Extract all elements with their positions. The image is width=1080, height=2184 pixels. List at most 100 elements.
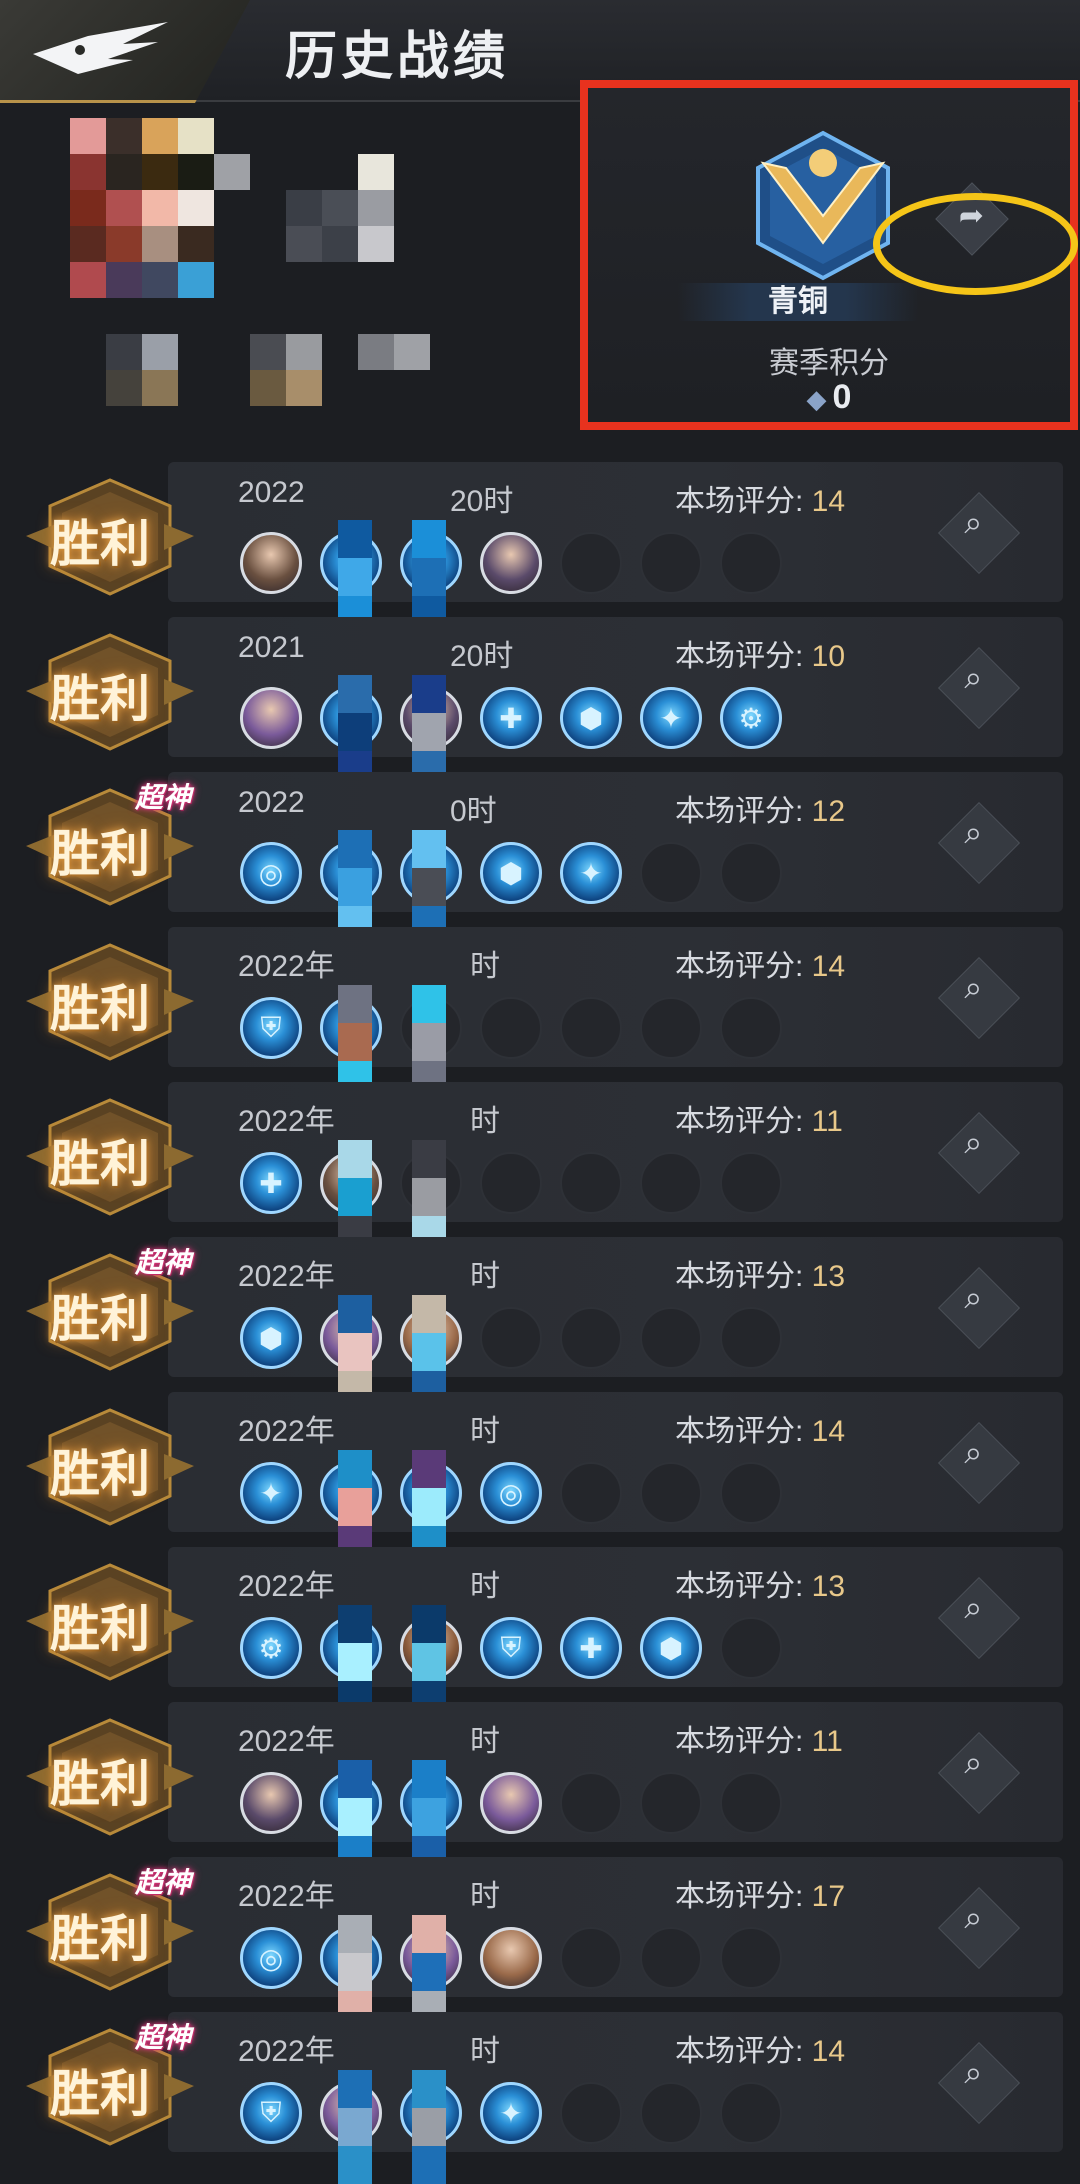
equipment-slots: ◎⛨ (240, 1772, 880, 1836)
equipment-icon[interactable]: ⛨ (480, 1617, 542, 1679)
mosaic-block (358, 154, 394, 190)
mosaic-block (106, 190, 142, 226)
censor-block (338, 868, 372, 906)
match-row[interactable]: 胜利202120时本场评分: 10◎✚⬢✦⚙⌕ (0, 615, 1080, 789)
censor-block (412, 2070, 446, 2108)
highlight-ellipse (873, 193, 1078, 295)
censor-block (412, 1023, 446, 1061)
hero-avatar[interactable] (240, 532, 302, 594)
magnifier-icon: ⌕ (964, 1124, 983, 1161)
rank-name-bar: 青铜 (678, 283, 918, 321)
season-score: ◆ 0 (588, 378, 1070, 417)
equipment-icon[interactable]: ⬢ (240, 1307, 302, 1369)
equipment-glyph-icon: ✚ (499, 703, 523, 734)
match-date: 2022年 (238, 1880, 335, 1913)
match-row[interactable]: 胜利 超神 2022年 时 本场评分: 17 ◎⛨ ⌕ (0, 1855, 1080, 2029)
magnifier-icon: ⌕ (964, 1589, 983, 1626)
equipment-glyph-icon: ⬢ (658, 1633, 684, 1664)
mosaic-block (322, 190, 358, 226)
score-label: 本场评分: (675, 1105, 812, 1138)
hero-avatar[interactable] (480, 1772, 542, 1834)
match-time: 时 (470, 1570, 500, 1603)
empty-slot (720, 1617, 782, 1679)
equipment-icon[interactable]: ⚙ (240, 1617, 302, 1679)
equipment-icon[interactable]: ✚ (560, 1617, 622, 1679)
match-date: 2022年 (238, 1105, 335, 1138)
equipment-icon[interactable]: ⛨ (240, 997, 302, 1059)
censor-block (338, 1643, 372, 1681)
empty-slot (640, 1772, 702, 1834)
match-result: 胜利 (50, 671, 150, 727)
match-row[interactable]: 胜利 2022年 时 本场评分: 14 ⛨✚ ⌕ (0, 925, 1080, 1099)
censor-block (338, 1760, 372, 1798)
censor-block (338, 985, 372, 1023)
match-score: 本场评分: 14 (675, 941, 845, 985)
censor-block (412, 1915, 446, 1953)
hero-avatar[interactable] (240, 687, 302, 749)
match-row[interactable]: 胜利2022年时本场评分: 13⚙✈⛨✚⬢⌕ (0, 1545, 1080, 1719)
equipment-glyph-icon: ✚ (259, 1168, 283, 1199)
hero-avatar[interactable] (240, 1772, 302, 1834)
match-date: 2022年 (238, 1260, 335, 1293)
equipment-icon[interactable]: ✦ (640, 687, 702, 749)
equipment-icon[interactable]: ⛨ (240, 2082, 302, 2144)
empty-slot (480, 1152, 542, 1214)
equipment-icon[interactable]: ⬢ (480, 842, 542, 904)
match-score: 本场评分: 11 (675, 1716, 843, 1760)
match-row[interactable]: 胜利 超神 2022年 时 本场评分: 13 ⬢ ⌕ (0, 1235, 1080, 1409)
score-value: 10 (811, 640, 846, 673)
match-row[interactable]: 胜利 2022年 时 本场评分: 14 ✦⚙✈◎ ⌕ (0, 1390, 1080, 1564)
match-time: 时 (470, 1415, 500, 1448)
equipment-icon[interactable]: ⬢ (560, 687, 622, 749)
censor-block (412, 1488, 446, 1526)
match-row[interactable]: 胜利超神20220时本场评分: 12◎⛨✚⬢✦⌕ (0, 770, 1080, 944)
win-badge: 胜利 (20, 1086, 200, 1226)
win-badge: 胜利 (20, 466, 200, 606)
match-result: 胜利 (50, 981, 150, 1037)
back-button[interactable] (0, 0, 250, 103)
equipment-glyph-icon: ◎ (258, 858, 284, 889)
mosaic-block (394, 334, 430, 370)
mosaic-block (322, 226, 358, 262)
equipment-glyph-icon: ⛨ (500, 1632, 522, 1663)
hero-avatar[interactable] (480, 532, 542, 594)
score-value: 12 (811, 795, 846, 828)
equipment-icon[interactable]: ◎ (240, 1927, 302, 1989)
censor-block (338, 520, 372, 558)
empty-slot (560, 1772, 622, 1834)
equipment-glyph-icon: ⬢ (258, 1323, 284, 1354)
score-value: 11 (811, 1105, 843, 1138)
equipment-icon[interactable]: ✦ (480, 2082, 542, 2144)
equipment-icon[interactable]: ◎ (480, 1462, 542, 1524)
match-result: 胜利 (50, 1911, 150, 1967)
censor-block (338, 1295, 372, 1333)
mvp-tag: 超神 (135, 2022, 192, 2053)
hero-avatar[interactable] (480, 1927, 542, 1989)
equipment-icon[interactable]: ⬢ (640, 1617, 702, 1679)
magnifier-icon: ⌕ (964, 969, 983, 1006)
censor-block (412, 1760, 446, 1798)
empty-slot (640, 997, 702, 1059)
match-date: 2022 (238, 476, 305, 509)
match-row[interactable]: 胜利 2022年 时 本场评分: 11 ✚ ⌕ (0, 1080, 1080, 1254)
season-score-value: 0 (832, 378, 852, 416)
equipment-slots: ✈◎ (240, 532, 880, 596)
win-badge: 胜利 超神 (20, 1861, 200, 2001)
match-row[interactable]: 胜利 2022 20时 本场评分: 14 ✈◎ ⌕ (0, 460, 1080, 634)
equipment-icon[interactable]: ✦ (240, 1462, 302, 1524)
equipment-icon[interactable]: ⚙ (720, 687, 782, 749)
match-row[interactable]: 胜利 2022年 时 本场评分: 11 ◎⛨ ⌕ (0, 1700, 1080, 1874)
match-date: 2022年 (238, 1570, 335, 1603)
score-label: 本场评分: (675, 950, 812, 983)
equipment-icon[interactable]: ◎ (240, 842, 302, 904)
equipment-icon[interactable]: ✚ (240, 1152, 302, 1214)
equipment-icon[interactable]: ✦ (560, 842, 622, 904)
match-date: 2022 (238, 786, 305, 819)
empty-slot (720, 1462, 782, 1524)
empty-slot (720, 1772, 782, 1834)
match-result: 胜利 (50, 1601, 150, 1657)
empty-slot (720, 532, 782, 594)
win-badge: 胜利 超神 (20, 776, 200, 916)
match-row[interactable]: 胜利 超神 2022年 时 本场评分: 14 ⛨⬢✦ ⌕ (0, 2010, 1080, 2184)
equipment-icon[interactable]: ✚ (480, 687, 542, 749)
